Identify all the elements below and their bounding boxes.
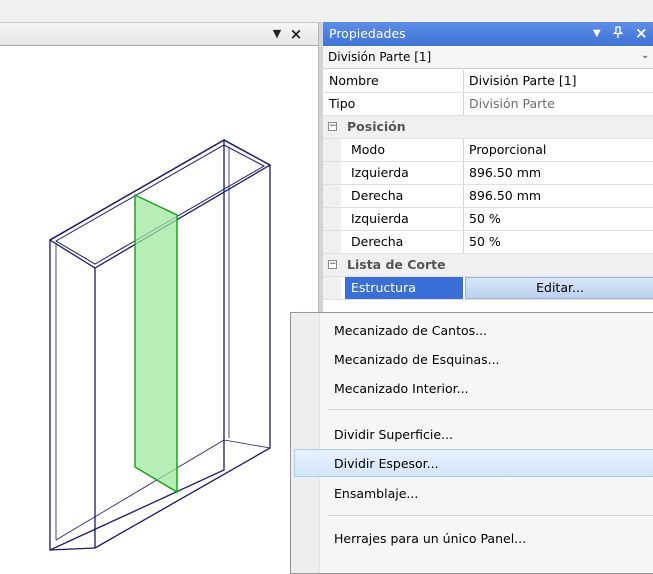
row-value: División Parte [1] [469, 73, 577, 88]
top-strip [0, 0, 653, 22]
panel-model-drawing [48, 138, 272, 552]
menu-item-dividir-espesor[interactable]: Dividir Espesor... [294, 449, 653, 477]
row-estructura[interactable]: Estructura Editar... [323, 277, 653, 300]
viewport-dropdown-icon[interactable]: ▼ [270, 26, 284, 42]
row-label: Nombre [329, 73, 379, 88]
object-selector-value: División Parte [1] [328, 50, 432, 64]
category-lista-de-corte[interactable]: − Lista de Corte [323, 254, 653, 277]
row-derecha-mm[interactable]: Derecha 896.50 mm [323, 185, 653, 208]
menu-item-dividir-superficie[interactable]: Dividir Superficie... [294, 420, 653, 448]
viewport-header: ▼ × [0, 22, 318, 46]
collapse-icon[interactable]: − [328, 122, 337, 131]
row-label: Derecha [351, 188, 404, 203]
category-label: Lista de Corte [347, 257, 446, 272]
row-label: Estructura [351, 280, 416, 295]
category-posicion[interactable]: − Posición [323, 116, 653, 139]
menu-item-label: Dividir Superficie... [334, 427, 453, 442]
menu-separator [327, 515, 653, 516]
category-label: Posición [347, 119, 406, 134]
chevron-down-icon[interactable]: ⌄ [641, 50, 649, 61]
properties-title: Propiedades [329, 26, 406, 41]
context-menu: Mecanizado de Cantos... Mecanizado de Es… [290, 312, 653, 574]
menu-item-mecanizado-interior[interactable]: Mecanizado Interior... [294, 374, 653, 402]
row-label: Modo [351, 142, 386, 157]
division-plane [134, 193, 178, 494]
menu-item-label: Ensamblaje... [334, 486, 419, 501]
row-tipo[interactable]: Tipo División Parte [323, 93, 653, 116]
row-value: 896.50 mm [469, 165, 542, 180]
row-izquierda-pct[interactable]: Izquierda 50 % [323, 208, 653, 231]
row-value: Proporcional [469, 142, 547, 157]
object-selector[interactable]: División Parte [1] ⌄ [323, 47, 653, 69]
menu-separator [327, 409, 653, 410]
menu-item-mecanizado-esquinas[interactable]: Mecanizado de Esquinas... [294, 345, 653, 373]
row-label: Tipo [329, 96, 356, 111]
panel-dropdown-icon[interactable]: ▼ [593, 26, 601, 42]
row-value: 50 % [469, 211, 501, 226]
menu-item-label: Mecanizado de Cantos... [334, 323, 488, 338]
row-value: División Parte [469, 96, 555, 111]
row-izquierda-mm[interactable]: Izquierda 896.50 mm [323, 162, 653, 185]
menu-item-ensamblaje[interactable]: Ensamblaje... [294, 479, 653, 507]
edit-button[interactable]: Editar... [465, 277, 653, 299]
row-nombre[interactable]: Nombre División Parte [1] [323, 70, 653, 93]
back-edge [94, 139, 271, 549]
row-derecha-pct[interactable]: Derecha 50 % [323, 231, 653, 254]
row-value: 50 % [469, 234, 501, 249]
row-value: 896.50 mm [469, 188, 542, 203]
menu-item-label: Dividir Espesor... [334, 456, 439, 471]
menu-item-herrajes[interactable]: Herrajes para un único Panel... [294, 524, 653, 552]
collapse-icon[interactable]: − [328, 260, 337, 269]
menu-item-label: Herrajes para un único Panel... [334, 531, 527, 546]
menu-item-label: Mecanizado Interior... [334, 381, 469, 396]
menu-item-label: Mecanizado de Esquinas... [334, 352, 500, 367]
menu-item-mecanizado-cantos[interactable]: Mecanizado de Cantos... [294, 316, 653, 344]
row-label: Izquierda [351, 211, 409, 226]
panel-close-icon[interactable]: × [635, 24, 648, 42]
pin-icon[interactable] [612, 26, 624, 43]
row-modo[interactable]: Modo Proporcional [323, 139, 653, 162]
row-label: Izquierda [351, 165, 409, 180]
3d-viewport[interactable] [0, 46, 318, 556]
row-label: Derecha [351, 234, 404, 249]
properties-title-bar: Propiedades ▼ × [323, 22, 653, 46]
viewport-close-icon[interactable]: × [288, 25, 304, 43]
